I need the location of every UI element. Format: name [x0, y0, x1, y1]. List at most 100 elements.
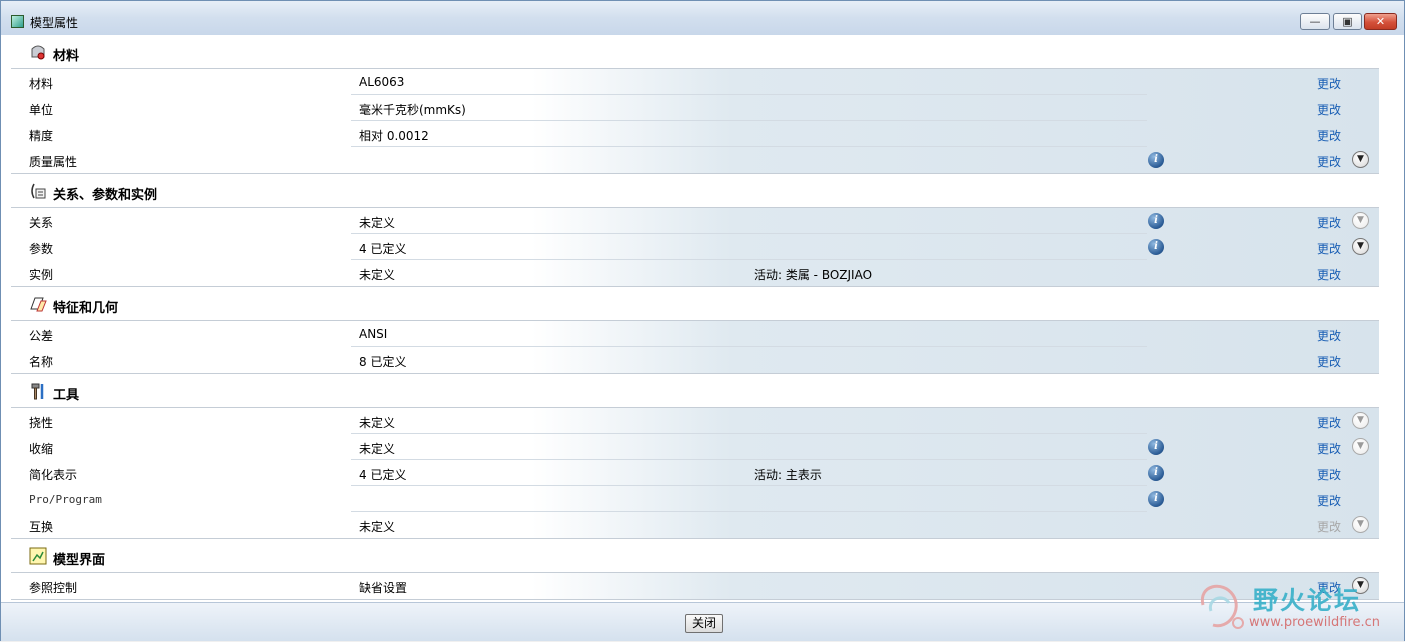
change-link[interactable]: 更改	[1317, 214, 1341, 231]
property-label: 简化表示	[29, 468, 78, 482]
property-value: 未定义	[359, 216, 396, 230]
property-value: 毫米千克秒(mmKs)	[359, 103, 466, 117]
info-icon[interactable]: i	[1148, 439, 1164, 455]
property-value: 相对 0.0012	[359, 129, 429, 143]
property-value: 4 已定义	[359, 468, 407, 482]
minimize-button[interactable]: —	[1300, 13, 1330, 30]
property-row: 精度 相对 0.0012 更改	[11, 121, 1379, 147]
window-close-button[interactable]: ✕	[1364, 13, 1397, 30]
property-row: 参照控制 缺省设置 更改 ▼	[11, 573, 1379, 599]
section-title: 材料	[53, 49, 80, 64]
features-icon	[29, 295, 47, 313]
section-title: 关系、参数和实例	[53, 188, 158, 203]
change-link[interactable]: 更改	[1317, 492, 1341, 509]
property-row: 材料 AL6063 更改	[11, 69, 1379, 95]
title-bar[interactable]: 模型属性 — ▣ ✕	[1, 1, 1404, 35]
property-value: 缺省设置	[359, 581, 408, 595]
section-body: 挠性 未定义 更改 ▼ 收缩 未定义 i 更改 ▼ 简化表示 4 已定义 活动: 主表示 i 更改 Pro/…	[11, 407, 1379, 539]
change-link[interactable]: 更改	[1317, 153, 1341, 170]
section-title: 模型界面	[53, 553, 106, 568]
property-label: 精度	[29, 129, 54, 143]
property-row: 简化表示 4 已定义 活动: 主表示 i 更改	[11, 460, 1379, 486]
property-row: 参数 4 已定义 i 更改 ▼	[11, 234, 1379, 260]
property-label: 关系	[29, 216, 54, 230]
watermark-title: 野火论坛	[1253, 586, 1362, 615]
property-label: 收缩	[29, 442, 54, 456]
change-link[interactable]: 更改	[1317, 327, 1341, 344]
property-row: 单位 毫米千克秒(mmKs) 更改	[11, 95, 1379, 121]
watermark-url: www.proewildfire.cn	[1249, 615, 1380, 630]
property-active-value: 活动: 类属 - BOZJIAO	[754, 268, 873, 282]
section-header: 工具	[11, 374, 1379, 407]
change-link[interactable]: 更改	[1317, 101, 1341, 118]
property-value: ANSI	[359, 327, 388, 341]
info-icon[interactable]: i	[1148, 152, 1164, 168]
maximize-icon: ▣	[1342, 15, 1353, 28]
change-link[interactable]: 更改	[1317, 266, 1341, 283]
change-link[interactable]: 更改	[1317, 353, 1341, 370]
chevron-down-icon[interactable]: ▼	[1352, 438, 1369, 455]
property-label: 参照控制	[29, 581, 78, 595]
section-header: 模型界面	[11, 539, 1379, 572]
property-row: 收缩 未定义 i 更改 ▼	[11, 434, 1379, 460]
property-value: 8 已定义	[359, 355, 407, 369]
section-body: 公差 ANSI 更改 名称 8 已定义 更改	[11, 320, 1379, 374]
property-value: 未定义	[359, 268, 396, 282]
model-properties-window: 模型属性 — ▣ ✕ 材料 材料 AL6063 更改 单位 毫米千克秒(mmKs) 更改 精度…	[0, 0, 1405, 641]
property-row: 公差 ANSI 更改	[11, 321, 1379, 347]
watermark: 野火论坛 www.proewildfire.cn	[1193, 575, 1403, 639]
property-label: 单位	[29, 103, 54, 117]
property-value: 未定义	[359, 442, 396, 456]
change-link[interactable]: 更改	[1317, 414, 1341, 431]
property-label: 公差	[29, 329, 54, 343]
info-icon[interactable]: i	[1148, 465, 1164, 481]
property-label: 参数	[29, 242, 54, 256]
property-value: 未定义	[359, 520, 396, 534]
material-icon	[29, 43, 47, 61]
info-icon[interactable]: i	[1148, 213, 1164, 229]
property-value: AL6063	[359, 75, 405, 89]
chevron-down-icon[interactable]: ▼	[1352, 412, 1369, 429]
change-link[interactable]: 更改	[1317, 127, 1341, 144]
property-label: 名称	[29, 355, 54, 369]
property-label: 互换	[29, 520, 54, 534]
tools-icon	[29, 382, 47, 400]
section-body: 材料 AL6063 更改 单位 毫米千克秒(mmKs) 更改 精度 相对 0.0012 更改 质量…	[11, 68, 1379, 174]
chevron-down-icon[interactable]: ▼	[1352, 212, 1369, 229]
change-link[interactable]: 更改	[1317, 440, 1341, 457]
property-row: 挠性 未定义 更改 ▼	[11, 408, 1379, 434]
relations-icon	[29, 182, 47, 200]
app-icon	[11, 15, 24, 28]
property-row: 关系 未定义 i 更改 ▼	[11, 208, 1379, 234]
change-link[interactable]: 更改	[1317, 75, 1341, 92]
info-icon[interactable]: i	[1148, 239, 1164, 255]
properties-panel: 材料 材料 AL6063 更改 单位 毫米千克秒(mmKs) 更改 精度 相对 0.0012 更改…	[11, 35, 1396, 602]
minimize-icon: —	[1309, 15, 1321, 28]
property-label: 材料	[29, 77, 54, 91]
change-link: 更改	[1317, 520, 1342, 534]
close-button[interactable]: 关闭	[685, 614, 723, 633]
property-label: Pro/Program	[29, 493, 102, 506]
chevron-down-icon[interactable]: ▼	[1352, 516, 1369, 533]
section-header: 关系、参数和实例	[11, 174, 1379, 207]
section-body: 关系 未定义 i 更改 ▼ 参数 4 已定义 i 更改 ▼ 实例 未定义 活动: 类属 - BOZJIA…	[11, 207, 1379, 287]
change-link[interactable]: 更改	[1317, 466, 1341, 483]
section-title: 工具	[53, 388, 80, 403]
property-row: Pro/Program i 更改	[11, 486, 1379, 512]
section-title: 特征和几何	[53, 301, 119, 316]
section-header: 材料	[11, 35, 1379, 68]
property-label: 挠性	[29, 416, 54, 430]
property-active-value: 活动: 主表示	[754, 468, 822, 482]
section-body: 参照控制 缺省设置 更改 ▼	[11, 572, 1379, 600]
window-title: 模型属性	[30, 16, 79, 30]
watermark-logo-icon	[1200, 584, 1244, 629]
maximize-button[interactable]: ▣	[1333, 13, 1362, 30]
change-link[interactable]: 更改	[1317, 240, 1341, 257]
property-row: 互换 未定义 更改 ▼	[11, 512, 1379, 538]
chevron-down-icon[interactable]: ▼	[1352, 151, 1369, 168]
property-value: 未定义	[359, 416, 396, 430]
section-header: 特征和几何	[11, 287, 1379, 320]
info-icon[interactable]: i	[1148, 491, 1164, 507]
chevron-down-icon[interactable]: ▼	[1352, 238, 1369, 255]
close-icon: ✕	[1375, 15, 1386, 28]
